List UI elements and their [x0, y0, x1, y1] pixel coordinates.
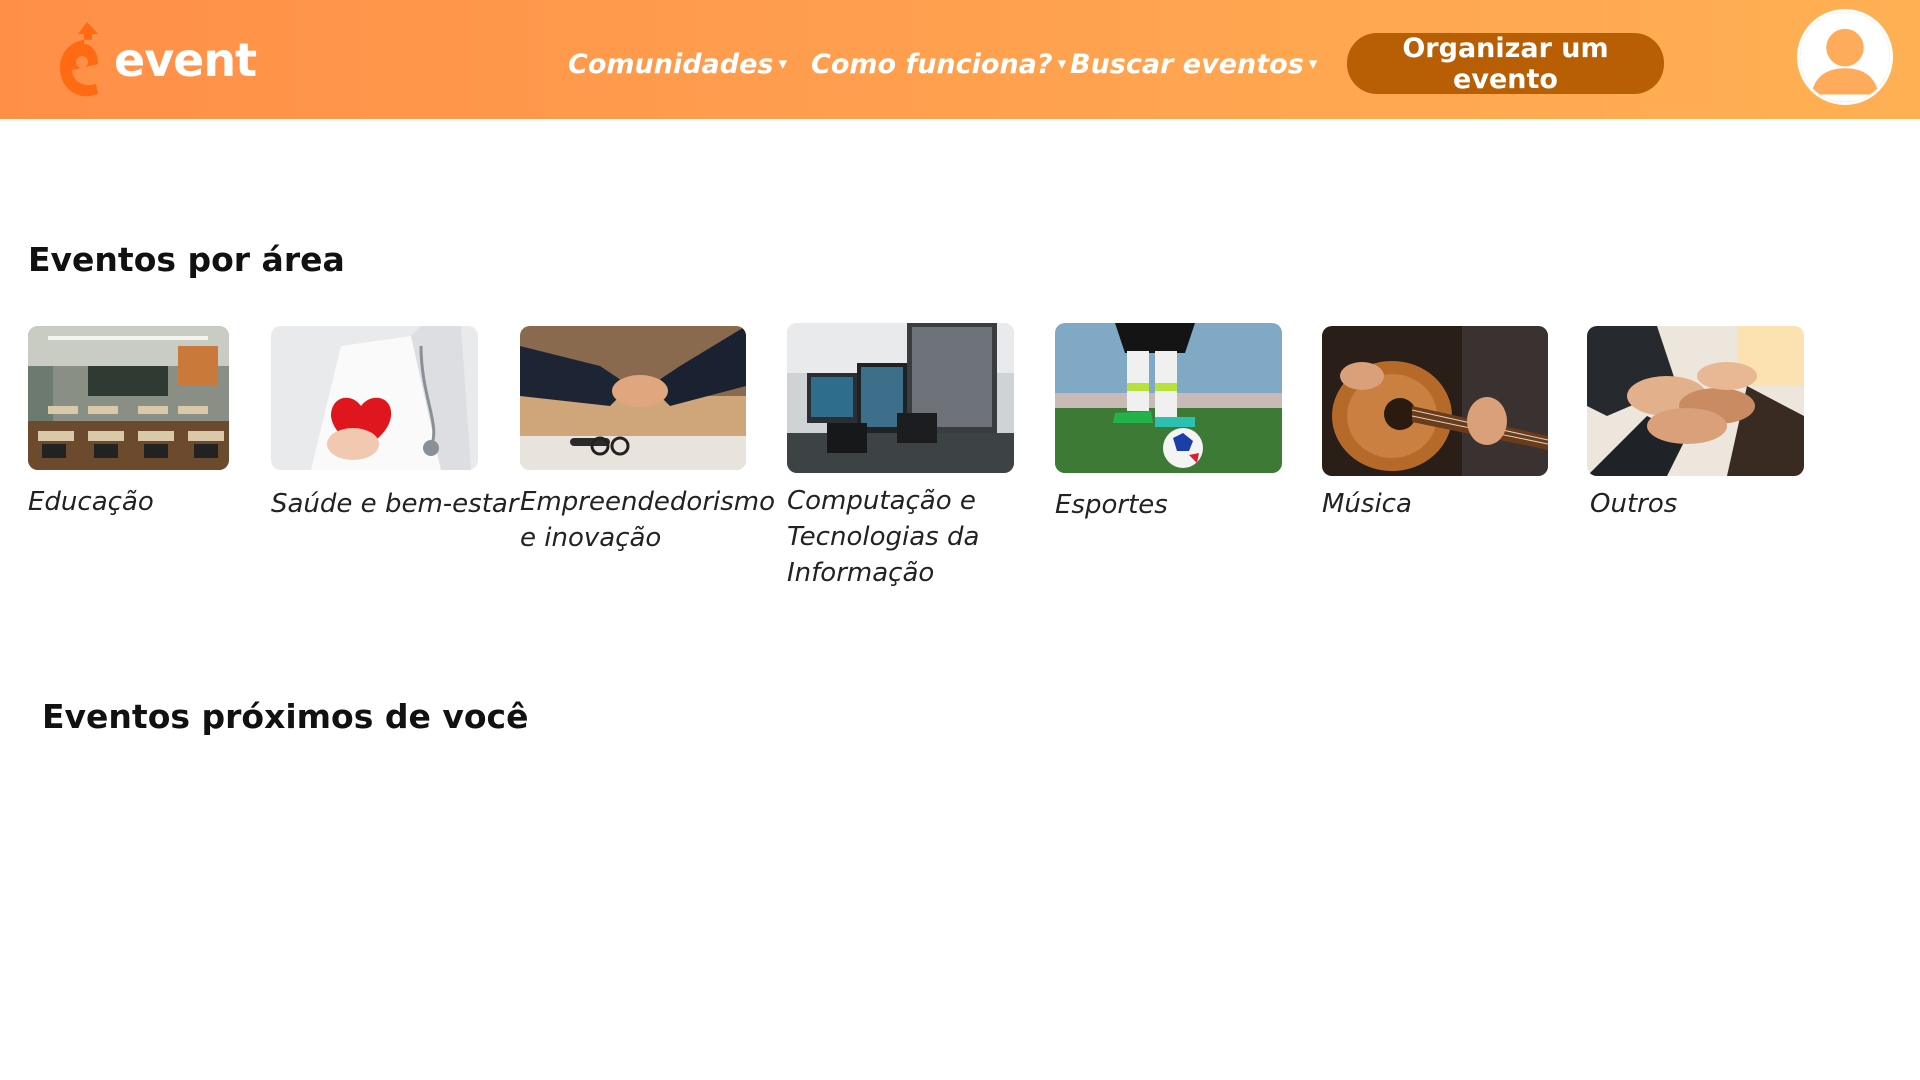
category-label: Música: [1322, 489, 1412, 519]
section-title-areas: Eventos por área: [28, 240, 345, 279]
category-card-empreendedorismo[interactable]: Empreendedorismo e inovação: [520, 326, 776, 556]
category-card-esportes[interactable]: Esportes: [1055, 323, 1282, 523]
nav-como-funciona[interactable]: Como funciona? ▾: [811, 44, 1066, 84]
event-logo[interactable]: event: [54, 18, 257, 102]
chevron-down-icon: ▾: [1308, 54, 1318, 74]
category-card-outros[interactable]: Outros: [1587, 326, 1804, 522]
nav-comunidades-label: Comunidades: [568, 48, 774, 80]
category-label: Computação e Tecnologias da Informação: [787, 486, 980, 588]
logo-wordmark: event: [114, 33, 257, 87]
category-card-saude[interactable]: Saúde e bem-estar: [271, 326, 519, 522]
event-logo-icon: [60, 22, 98, 97]
category-card-musica[interactable]: Música: [1322, 326, 1548, 522]
nav-como-funciona-label: Como funciona?: [811, 48, 1053, 80]
handshake-image: [520, 326, 746, 470]
category-card-computacao[interactable]: Computação e Tecnologias da Informação: [787, 323, 1017, 591]
nav-buscar-eventos[interactable]: Buscar eventos ▾: [1070, 44, 1317, 84]
computers-image: [787, 323, 1014, 473]
soccer-image: [1055, 323, 1282, 473]
category-label: Saúde e bem-estar: [271, 489, 519, 519]
organize-event-button[interactable]: Organizar um evento: [1347, 33, 1664, 95]
category-label: Esportes: [1055, 490, 1168, 520]
user-avatar-icon[interactable]: [1797, 9, 1893, 105]
section-title-nearby: Eventos próximos de você: [42, 697, 529, 736]
classroom-image: [28, 326, 229, 470]
nav-comunidades[interactable]: Comunidades ▾: [568, 44, 787, 84]
category-label: Educação: [28, 487, 154, 517]
category-card-educacao[interactable]: Educação: [28, 326, 229, 520]
guitar-image: [1322, 326, 1548, 476]
doctor-heart-image: [271, 326, 478, 470]
joined-hands-image: [1587, 326, 1804, 476]
chevron-down-icon: ▾: [778, 54, 787, 74]
chevron-down-icon: ▾: [1057, 54, 1067, 74]
top-header: event Comunidades ▾ Como funciona? ▾ Bus…: [0, 0, 1920, 119]
nav-buscar-eventos-label: Buscar eventos: [1070, 48, 1304, 80]
category-label: Outros: [1590, 489, 1678, 519]
category-label: Empreendedorismo e inovação: [520, 487, 776, 553]
